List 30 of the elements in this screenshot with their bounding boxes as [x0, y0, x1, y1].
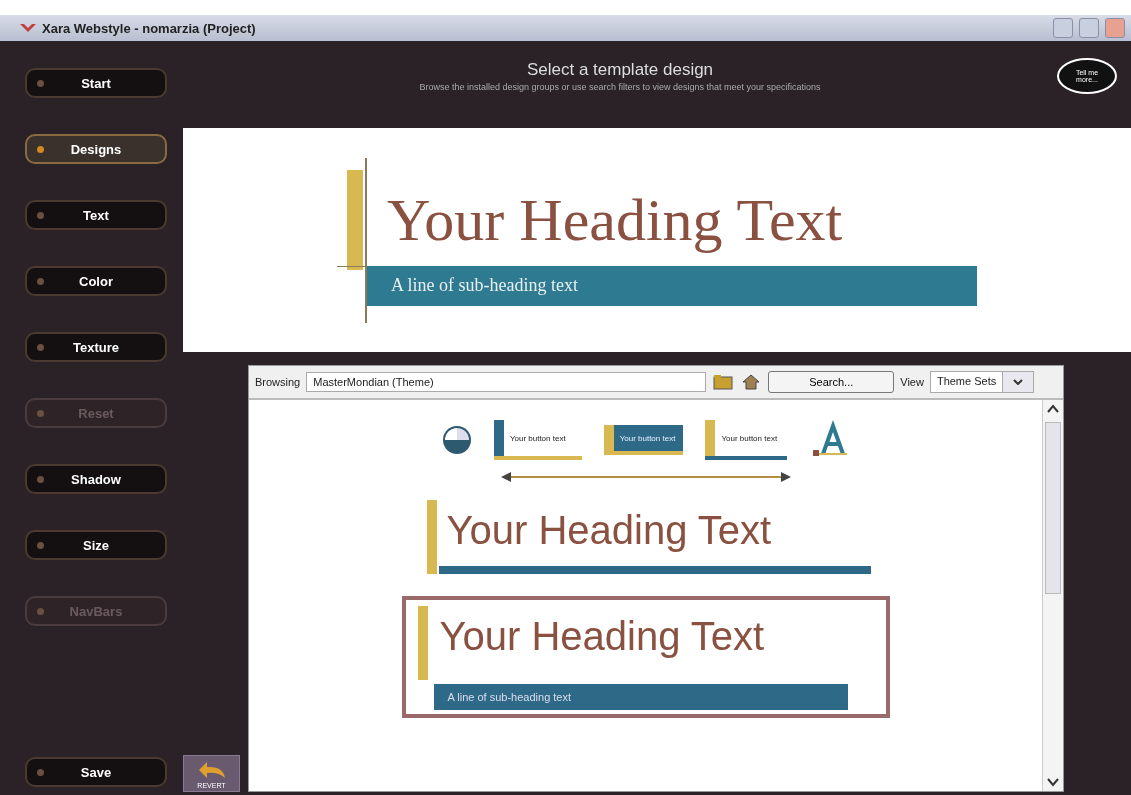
page-title: Select a template design	[525, 59, 715, 80]
folder-icon[interactable]	[712, 372, 735, 392]
path-field[interactable]: MasterMondian (Theme)	[306, 372, 707, 392]
sidebar-item[interactable]: Shadow	[25, 464, 167, 494]
globe-icon	[441, 425, 472, 455]
sidebar-item[interactable]: Texture	[25, 332, 167, 362]
browsing-label: Browsing	[255, 376, 301, 388]
scrollbar[interactable]	[1042, 400, 1063, 791]
button-sample[interactable]: Your button text	[603, 425, 684, 455]
caret-icon	[1013, 379, 1024, 385]
preview-heading: Your Heading Text	[387, 185, 843, 255]
minimize-button[interactable]	[1053, 18, 1073, 38]
sidebar-item[interactable]: Size	[25, 530, 167, 560]
button-sample[interactable]: Your button text	[705, 420, 788, 460]
view-dropdown[interactable]: Theme Sets	[929, 371, 1035, 393]
preview-subheading: A line of sub-heading text	[367, 265, 977, 306]
button-sample[interactable]: Your button text	[493, 420, 582, 460]
sidebar-item[interactable]: Color	[25, 266, 167, 296]
design-sample[interactable]: Your Heading Text	[420, 494, 871, 586]
search-button[interactable]: Search...	[768, 371, 895, 393]
view-label: View	[900, 376, 924, 388]
design-sample[interactable]: Your Heading Text A line of sub-heading text	[401, 596, 890, 718]
sidebar-item[interactable]: Text	[25, 200, 167, 230]
app-icon	[20, 22, 36, 34]
window-title: Xara Webstyle - nomarzia (Project)	[42, 20, 257, 36]
page-subtitle: Browse the installed design groups or use search filters to view designs that meet your specifications	[418, 81, 822, 92]
sidebar-item[interactable]: Start	[25, 68, 167, 98]
save-button[interactable]: Save	[25, 757, 167, 787]
maximize-button[interactable]	[1079, 18, 1099, 38]
sidebar-item[interactable]: Designs	[25, 134, 167, 164]
